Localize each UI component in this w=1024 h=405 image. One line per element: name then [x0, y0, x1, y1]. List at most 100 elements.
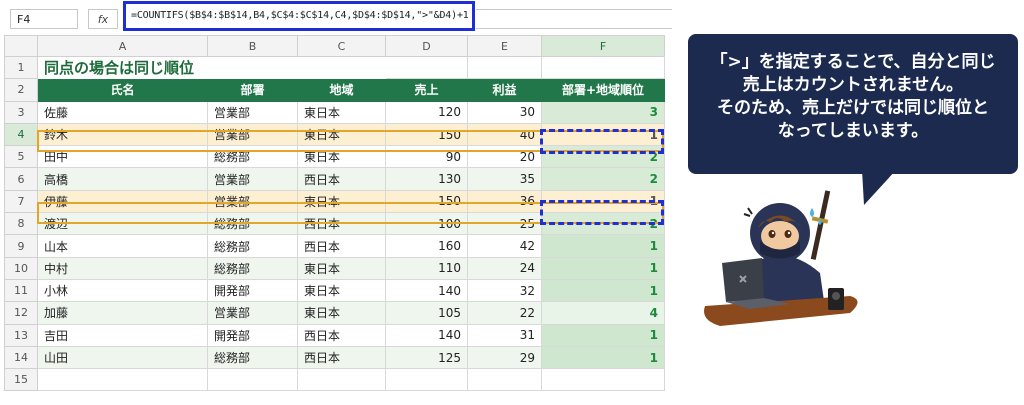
cell-name[interactable]: 小林	[37, 278, 208, 303]
cell-dept[interactable]: 営業部	[207, 100, 298, 124]
table-header-cell[interactable]: 部署+地域順位	[541, 78, 665, 102]
cell-dept[interactable]: 営業部	[207, 167, 298, 191]
cell-profit[interactable]: 36	[467, 189, 542, 214]
column-header-c[interactable]: C	[297, 35, 386, 57]
formula-input[interactable]: =COUNTIFS($B$4:$B$14,B4,$C$4:$C$14,C4,$D…	[123, 1, 475, 31]
cell-dept[interactable]: 総務部	[207, 256, 298, 280]
cell-name[interactable]: 山田	[37, 345, 208, 370]
cell-profit[interactable]: 40	[467, 122, 542, 147]
cell-dept[interactable]: 総務部	[207, 345, 298, 370]
column-header-a[interactable]: A	[37, 35, 208, 57]
cell-sales[interactable]: 140	[385, 278, 468, 303]
cell-sales[interactable]: 105	[385, 301, 468, 325]
cell-name[interactable]: 吉田	[37, 323, 208, 347]
cell-rank[interactable]: 1	[541, 323, 665, 347]
cell-region[interactable]: 西日本	[297, 212, 386, 236]
cell-rank[interactable]: 1	[541, 256, 665, 280]
cell-sales[interactable]: 150	[385, 122, 468, 147]
cell-sales[interactable]: 150	[385, 189, 468, 214]
row-header[interactable]: 10	[4, 256, 38, 280]
cell-profit[interactable]: 25	[467, 212, 542, 236]
sheet-title[interactable]: 同点の場合は同じ順位	[38, 57, 386, 79]
cell[interactable]	[385, 368, 468, 392]
cell-name[interactable]: 田中	[37, 145, 208, 169]
cell-profit[interactable]: 32	[467, 278, 542, 303]
cell-rank[interactable]: 1	[541, 234, 665, 258]
cell[interactable]	[541, 55, 665, 80]
cell-profit[interactable]: 30	[467, 100, 542, 124]
cell[interactable]	[541, 368, 665, 392]
cell-region[interactable]: 東日本	[297, 278, 386, 303]
cell-name[interactable]: 加藤	[37, 301, 208, 325]
cell-dept[interactable]: 営業部	[207, 189, 298, 214]
cell[interactable]	[297, 368, 386, 392]
cell-profit[interactable]: 42	[467, 234, 542, 258]
cell-name[interactable]: 中村	[37, 256, 208, 280]
cell[interactable]	[467, 55, 542, 80]
row-header[interactable]: 7	[4, 189, 38, 214]
row-header[interactable]: 9	[4, 234, 38, 258]
cell-sales[interactable]: 125	[385, 345, 468, 370]
table-header-cell[interactable]: 部署	[207, 78, 298, 102]
cell-sales[interactable]: 160	[385, 234, 468, 258]
cell-rank[interactable]: 1	[541, 189, 665, 214]
cell-profit[interactable]: 29	[467, 345, 542, 370]
row-header[interactable]: 8	[4, 212, 38, 236]
cell-name[interactable]: 佐藤	[37, 100, 208, 124]
cell-rank[interactable]: 2	[541, 167, 665, 191]
column-header-f[interactable]: F	[541, 35, 665, 57]
cell-sales[interactable]: 110	[385, 256, 468, 280]
table-header-cell[interactable]: 売上	[385, 78, 468, 102]
row-header[interactable]: 12	[4, 301, 38, 325]
row-header[interactable]: 15	[4, 368, 38, 392]
cell[interactable]	[207, 368, 298, 392]
cell-rank[interactable]: 1	[541, 345, 665, 370]
cell-sales[interactable]: 90	[385, 145, 468, 169]
cell[interactable]	[467, 368, 542, 392]
cell-region[interactable]: 東日本	[297, 122, 386, 147]
select-all-corner[interactable]	[4, 35, 38, 57]
cell-name[interactable]: 渡辺	[37, 212, 208, 236]
cell-rank[interactable]: 2	[541, 145, 665, 169]
cell-region[interactable]: 東日本	[297, 100, 386, 124]
row-header[interactable]: 13	[4, 323, 38, 347]
cell-name[interactable]: 伊藤	[37, 189, 208, 214]
column-header-e[interactable]: E	[467, 35, 542, 57]
row-header[interactable]: 2	[4, 78, 38, 102]
table-header-cell[interactable]: 利益	[467, 78, 542, 102]
cell-dept[interactable]: 総務部	[207, 234, 298, 258]
cell-profit[interactable]: 24	[467, 256, 542, 280]
column-header-b[interactable]: B	[207, 35, 298, 57]
table-header-cell[interactable]: 氏名	[37, 78, 208, 102]
row-header[interactable]: 4	[4, 122, 38, 147]
cell-region[interactable]: 東日本	[297, 256, 386, 280]
column-header-d[interactable]: D	[385, 35, 468, 57]
row-header[interactable]: 1	[4, 55, 38, 80]
cell-rank[interactable]: 1	[541, 278, 665, 303]
cell[interactable]	[37, 368, 208, 392]
cell-region[interactable]: 東日本	[297, 301, 386, 325]
cell-rank[interactable]: 2	[541, 212, 665, 236]
cell-rank[interactable]: 4	[541, 301, 665, 325]
cell-region[interactable]: 西日本	[297, 167, 386, 191]
row-header[interactable]: 11	[4, 278, 38, 303]
cell-region[interactable]: 東日本	[297, 145, 386, 169]
row-header[interactable]: 6	[4, 167, 38, 191]
cell-name[interactable]: 山本	[37, 234, 208, 258]
cell-region[interactable]: 西日本	[297, 345, 386, 370]
cell-region[interactable]: 東日本	[297, 189, 386, 214]
cell-profit[interactable]: 31	[467, 323, 542, 347]
cell-dept[interactable]: 総務部	[207, 212, 298, 236]
cell-dept[interactable]: 営業部	[207, 301, 298, 325]
cell-dept[interactable]: 総務部	[207, 145, 298, 169]
cell-name[interactable]: 鈴木	[37, 122, 208, 147]
cell-rank[interactable]: 3	[541, 100, 665, 124]
cell-region[interactable]: 西日本	[297, 234, 386, 258]
cell-dept[interactable]: 開発部	[207, 278, 298, 303]
cell-sales[interactable]: 130	[385, 167, 468, 191]
row-header[interactable]: 5	[4, 145, 38, 169]
cell-sales[interactable]: 140	[385, 323, 468, 347]
cell[interactable]	[385, 55, 468, 80]
name-box[interactable]: F4	[10, 9, 78, 29]
table-header-cell[interactable]: 地域	[297, 78, 386, 102]
